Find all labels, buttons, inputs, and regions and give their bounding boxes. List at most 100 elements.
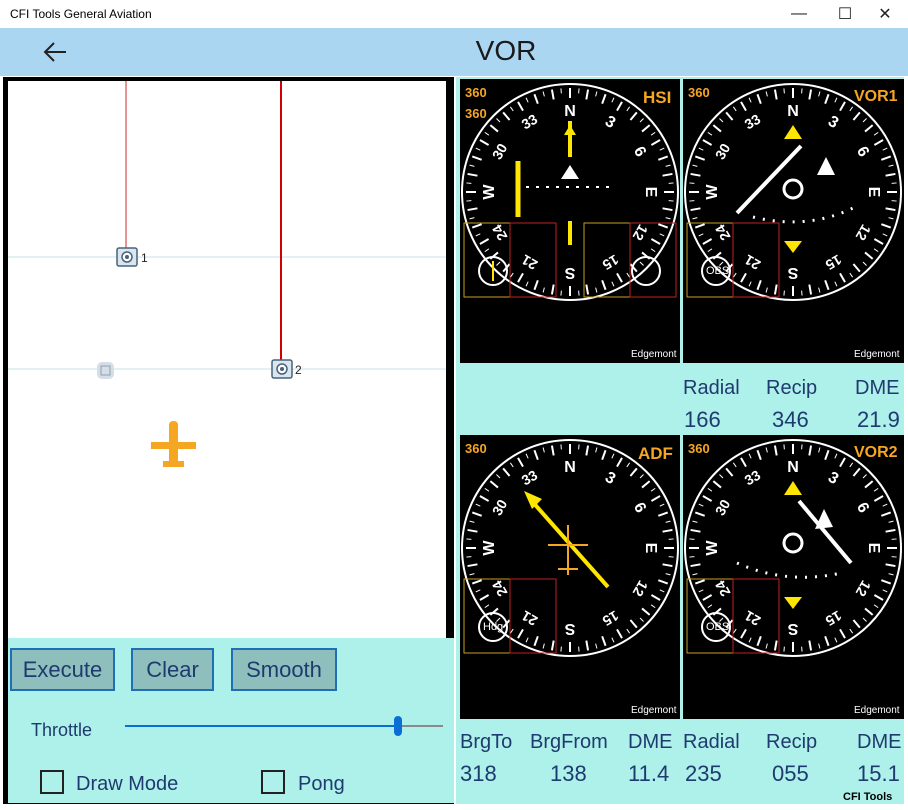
adf-label: ADF bbox=[638, 444, 673, 463]
dme-2-value: 15.1 bbox=[857, 761, 900, 786]
svg-text:N: N bbox=[564, 103, 576, 120]
station-marker-icon[interactable] bbox=[97, 362, 114, 379]
waypoint-2-label: 2 bbox=[295, 363, 302, 377]
draw-mode-checkbox[interactable] bbox=[40, 770, 64, 794]
svg-text:15: 15 bbox=[823, 608, 845, 630]
dme-2-caption: DME bbox=[857, 731, 902, 753]
brgto-value: 318 bbox=[460, 761, 497, 786]
svg-text:33: 33 bbox=[742, 111, 764, 133]
svg-text:21: 21 bbox=[741, 607, 763, 629]
dme-1-value: 11.4 bbox=[628, 761, 670, 786]
radial-value: 166 bbox=[684, 407, 721, 432]
svg-text:E: E bbox=[642, 543, 659, 554]
waypoint-1-icon[interactable] bbox=[116, 247, 138, 267]
svg-text:6: 6 bbox=[853, 500, 872, 516]
vor2-brand: Edgemont bbox=[854, 705, 900, 716]
svg-text:30: 30 bbox=[712, 140, 734, 162]
throttle-slider-fill bbox=[125, 725, 399, 727]
svg-text:15: 15 bbox=[600, 608, 622, 630]
dme-1-caption: DME bbox=[628, 731, 673, 753]
brgto-caption: BrgTo bbox=[460, 731, 513, 753]
svg-text:15: 15 bbox=[600, 252, 622, 274]
svg-text:12: 12 bbox=[852, 578, 874, 600]
radial-caption: Radial bbox=[683, 377, 740, 399]
pong-label: Pong bbox=[298, 773, 345, 795]
vor1-label: VOR1 bbox=[854, 88, 898, 105]
brgfrom-caption: BrgFrom bbox=[530, 731, 608, 753]
svg-text:21: 21 bbox=[741, 251, 763, 273]
svg-text:24: 24 bbox=[712, 578, 734, 600]
svg-text:24: 24 bbox=[489, 222, 511, 244]
svg-text:3: 3 bbox=[825, 113, 841, 132]
svg-text:E: E bbox=[642, 187, 659, 198]
svg-text:24: 24 bbox=[712, 222, 734, 244]
svg-text:E: E bbox=[865, 543, 882, 554]
svg-text:W: W bbox=[704, 540, 721, 556]
svg-text:W: W bbox=[704, 184, 721, 200]
svg-text:30: 30 bbox=[712, 496, 734, 518]
minimize-button[interactable]: — bbox=[776, 0, 822, 28]
svg-text:21: 21 bbox=[518, 607, 540, 629]
radial-2-value: 235 bbox=[685, 761, 722, 786]
svg-text:30: 30 bbox=[489, 140, 511, 162]
app-title: CFI Tools General Aviation bbox=[10, 7, 152, 21]
vor1-brand: Edgemont bbox=[854, 349, 900, 360]
svg-text:33: 33 bbox=[519, 467, 541, 489]
svg-text:W: W bbox=[481, 184, 498, 200]
vor1-obs-label[interactable]: OBS bbox=[706, 265, 729, 277]
vor2-instrument: N 3 6 E 12 15 S 21 24 W 30 33 360 VOR2 OBS Edgemont bbox=[683, 435, 904, 719]
hsi-instrument: N 3 6 E 12 15 S 21 24 W 30 33 360 360 HSI Edgemont bbox=[460, 79, 680, 363]
recip-2-value: 055 bbox=[772, 761, 809, 786]
waypoint-1-label: 1 bbox=[141, 251, 148, 265]
adf-instrument: N 3 6 E 12 15 S 21 24 W 30 33 360 ADF Hdg Edgemont bbox=[460, 435, 680, 719]
adf-hdg-label[interactable]: Hdg bbox=[483, 621, 503, 633]
svg-text:12: 12 bbox=[629, 222, 651, 244]
airplane-icon bbox=[151, 421, 196, 467]
vor2-label: VOR2 bbox=[854, 444, 898, 461]
page-title: VOR bbox=[475, 35, 537, 66]
svg-text:33: 33 bbox=[519, 111, 541, 133]
radial-2-caption: Radial bbox=[683, 731, 740, 753]
recip-caption: Recip bbox=[766, 377, 818, 399]
svg-text:33: 33 bbox=[742, 467, 764, 489]
recip-value: 346 bbox=[772, 407, 809, 432]
svg-text:S: S bbox=[564, 620, 575, 637]
dme-caption: DME bbox=[855, 377, 900, 399]
vor2-heading: 360 bbox=[688, 441, 710, 456]
svg-text:30: 30 bbox=[489, 496, 511, 518]
adf-heading: 360 bbox=[465, 441, 487, 456]
brgfrom-value: 138 bbox=[550, 761, 587, 786]
svg-text:6: 6 bbox=[630, 500, 649, 516]
svg-text:N: N bbox=[564, 459, 576, 476]
draw-mode-label: Draw Mode bbox=[76, 773, 179, 795]
svg-text:12: 12 bbox=[629, 578, 651, 600]
close-button[interactable]: ✕ bbox=[862, 0, 908, 28]
svg-text:S: S bbox=[787, 620, 798, 637]
svg-text:S: S bbox=[564, 264, 575, 281]
recip-2-caption: Recip bbox=[766, 731, 818, 753]
svg-text:N: N bbox=[787, 103, 799, 120]
smooth-button[interactable]: Smooth bbox=[231, 648, 337, 691]
adf-brand: Edgemont bbox=[631, 705, 677, 716]
clear-button[interactable]: Clear bbox=[131, 648, 214, 691]
pong-checkbox[interactable] bbox=[261, 770, 285, 794]
map-canvas[interactable]: 1 2 bbox=[8, 81, 446, 638]
svg-text:E: E bbox=[865, 187, 882, 198]
dme-value: 21.9 bbox=[857, 407, 900, 432]
svg-text:3: 3 bbox=[825, 469, 841, 488]
svg-text:24: 24 bbox=[489, 578, 511, 600]
throttle-slider-thumb[interactable] bbox=[394, 716, 403, 736]
vor2-obs-label[interactable]: OBS bbox=[706, 621, 729, 633]
hsi-label: HSI bbox=[643, 88, 672, 107]
vor1-instrument: N 3 6 E 12 15 S 21 24 W 30 33 360 VOR1 OBS Edgemont bbox=[683, 79, 904, 363]
svg-text:6: 6 bbox=[853, 144, 872, 160]
execute-button[interactable]: Execute bbox=[10, 648, 115, 691]
svg-text:21: 21 bbox=[518, 251, 540, 273]
svg-text:12: 12 bbox=[852, 222, 874, 244]
svg-text:3: 3 bbox=[602, 469, 618, 488]
throttle-slider-track[interactable] bbox=[125, 716, 443, 736]
waypoint-2-icon[interactable] bbox=[271, 359, 293, 379]
svg-text:W: W bbox=[481, 540, 498, 556]
footer-brand: CFI Tools bbox=[843, 791, 893, 803]
svg-text:N: N bbox=[787, 459, 799, 476]
